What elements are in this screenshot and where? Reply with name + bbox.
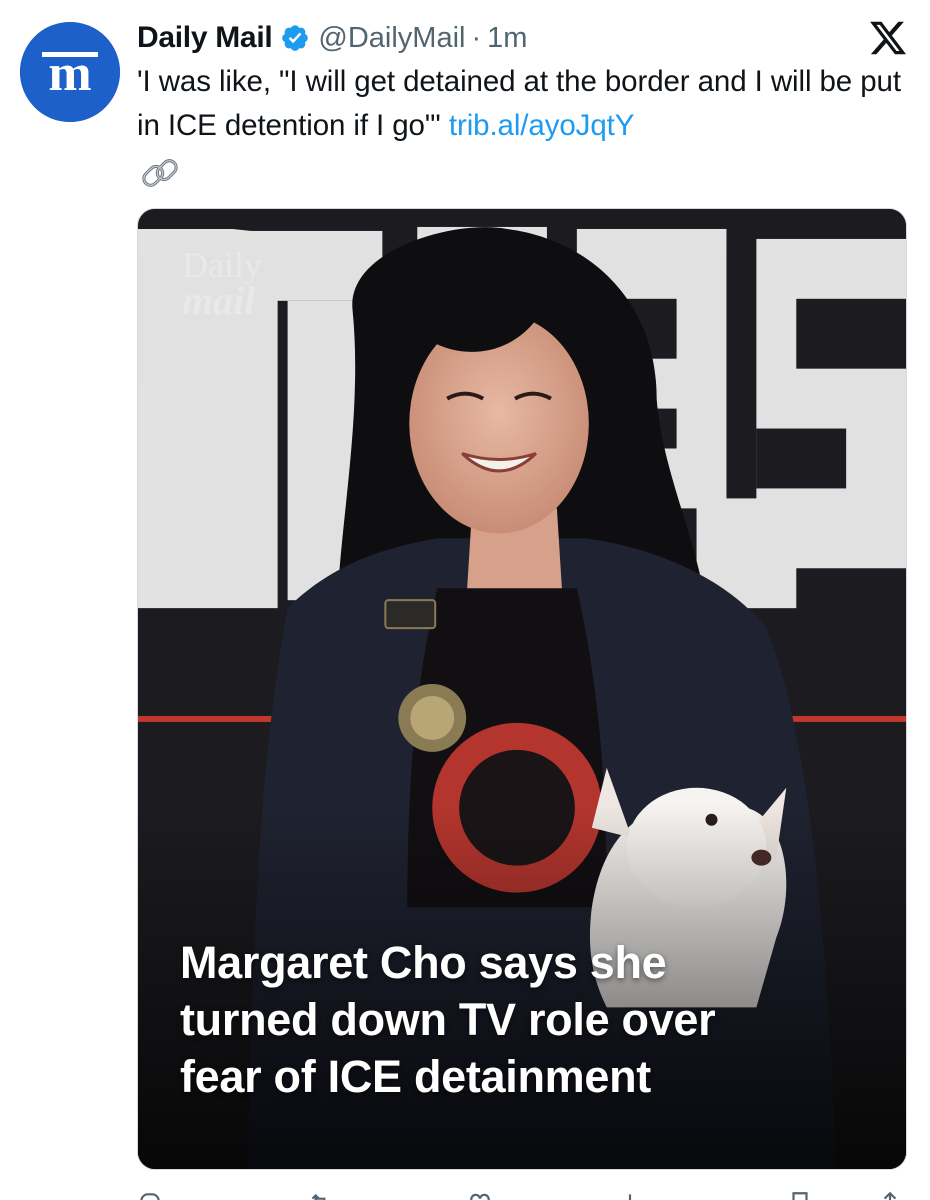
bookmark-icon[interactable] <box>787 1190 813 1200</box>
verified-badge-icon[interactable] <box>280 23 310 53</box>
like-icon[interactable] <box>467 1190 493 1200</box>
tweet-header: Daily Mail @DailyMail · 1m <box>137 16 527 60</box>
account-handle[interactable]: @DailyMail <box>318 22 465 55</box>
headline-line: turned down TV role over <box>180 994 716 1045</box>
x-logo-icon[interactable] <box>868 18 908 58</box>
daily-mail-watermark: Daily mail <box>182 245 262 323</box>
reply-icon[interactable] <box>137 1190 163 1200</box>
tweet-text: 'I was like, "I will get detained at the… <box>137 60 907 148</box>
views-icon[interactable] <box>617 1190 643 1200</box>
tweet-media-image[interactable]: Daily mail Margaret Cho says she turned … <box>137 208 907 1170</box>
share-icon[interactable] <box>877 1190 903 1200</box>
separator-dot: · <box>471 21 482 54</box>
headline-line: Margaret Cho says she <box>180 937 667 988</box>
headline-line: fear of ICE detainment <box>180 1051 651 1102</box>
retweet-icon[interactable] <box>307 1190 333 1200</box>
media-headline: Margaret Cho says she turned down TV rol… <box>180 934 820 1105</box>
link-chain-icon <box>137 150 183 196</box>
display-name[interactable]: Daily Mail <box>137 21 273 55</box>
tweet-link[interactable]: trib.al/ayoJqtY <box>449 109 635 142</box>
account-avatar[interactable]: m <box>20 22 120 122</box>
tweet-action-bar <box>137 1186 907 1200</box>
daily-mail-logo-icon: m <box>20 22 120 122</box>
timestamp[interactable]: 1m <box>487 22 527 55</box>
